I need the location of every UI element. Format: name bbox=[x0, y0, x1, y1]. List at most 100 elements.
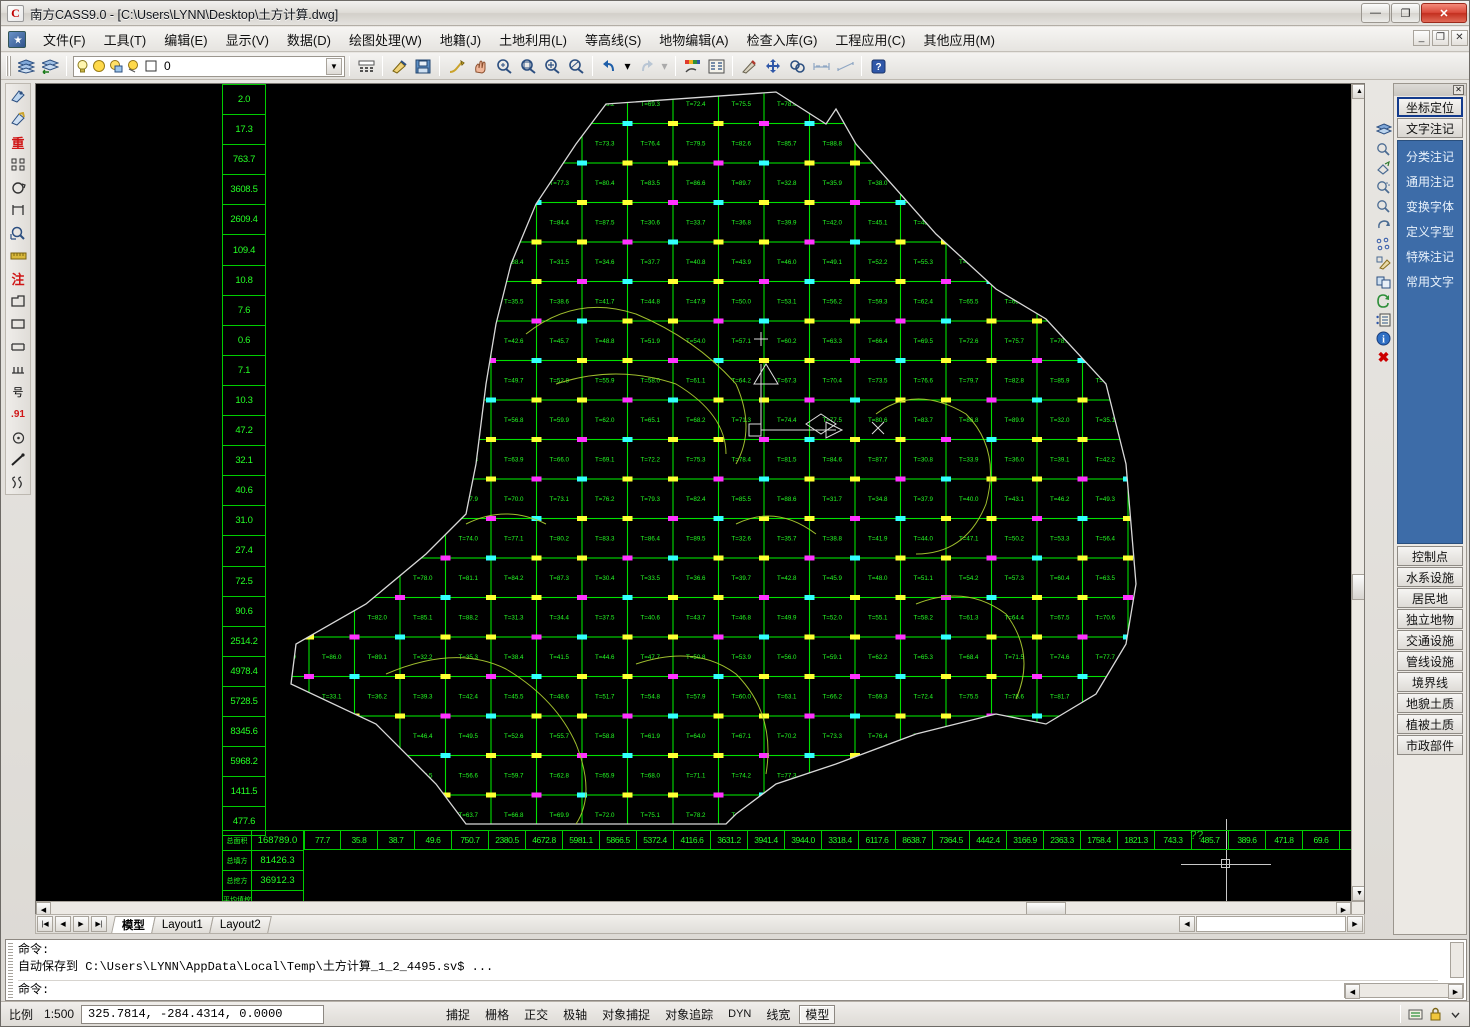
panel-item-change-font[interactable]: 变换字体 bbox=[1398, 194, 1462, 219]
command-vertical-scrollbar[interactable] bbox=[1450, 942, 1464, 978]
move-icon[interactable] bbox=[762, 55, 784, 77]
cmd-scroll-right-icon[interactable]: ▶ bbox=[1448, 984, 1463, 999]
close-red-icon[interactable]: ✖ bbox=[1375, 349, 1392, 366]
panel-btn-residential[interactable]: 居民地 bbox=[1397, 588, 1463, 608]
tabbar-scroll-right-icon[interactable]: ▶ bbox=[1347, 916, 1363, 932]
zoom-in-icon[interactable] bbox=[517, 55, 539, 77]
define-point-icon[interactable] bbox=[7, 86, 29, 108]
zoom-realtime-icon[interactable] bbox=[1375, 197, 1392, 214]
query-coordinate-icon[interactable] bbox=[7, 222, 29, 244]
pen-draw-icon[interactable] bbox=[445, 55, 467, 77]
menu-engineering[interactable]: 工程应用(C) bbox=[826, 27, 914, 52]
zoom-previous-icon[interactable] bbox=[565, 55, 587, 77]
status-otrack[interactable]: 对象追踪 bbox=[659, 1005, 719, 1024]
rotate-icon[interactable] bbox=[7, 177, 29, 199]
canvas-vertical-scrollbar[interactable]: ▲ ▼ bbox=[1351, 84, 1365, 901]
status-model[interactable]: 模型 bbox=[799, 1005, 835, 1024]
panel-close-icon[interactable]: ✕ bbox=[1453, 85, 1464, 95]
pan-hand-icon[interactable] bbox=[469, 55, 491, 77]
rectangle-icon[interactable] bbox=[7, 313, 29, 335]
rotate-view-icon[interactable] bbox=[1375, 216, 1392, 233]
cmd-scroll-left-icon[interactable]: ◀ bbox=[1345, 984, 1360, 999]
status-lineweight[interactable]: 线宽 bbox=[760, 1005, 796, 1024]
menu-feature-edit[interactable]: 地物编辑(A) bbox=[650, 27, 737, 52]
panel-btn-control-point[interactable]: 控制点 bbox=[1397, 546, 1463, 566]
edit-pencil-icon[interactable] bbox=[1375, 254, 1392, 271]
zoom-query-icon[interactable] bbox=[1375, 140, 1392, 157]
panel-item-general-annotation[interactable]: 通用注记 bbox=[1398, 169, 1462, 194]
menu-view[interactable]: 显示(V) bbox=[217, 27, 278, 52]
menu-land-use[interactable]: 土地利用(L) bbox=[490, 27, 576, 52]
redo-icon[interactable] bbox=[635, 55, 657, 77]
menu-tools[interactable]: 工具(T) bbox=[95, 27, 156, 52]
minimize-button[interactable]: — bbox=[1361, 3, 1390, 23]
panel-btn-independent-feature[interactable]: 独立地物 bbox=[1397, 609, 1463, 629]
tab-nav-prev-icon[interactable]: ◀ bbox=[55, 916, 71, 932]
command-window-grip[interactable] bbox=[8, 942, 13, 998]
panel-btn-transport-facility[interactable]: 交通设施 bbox=[1397, 630, 1463, 650]
menu-edit[interactable]: 编辑(E) bbox=[155, 27, 216, 52]
dim-aligned-icon[interactable] bbox=[834, 55, 856, 77]
command-input-line[interactable]: 命令: bbox=[18, 980, 1438, 999]
tabbar-scroll-track[interactable] bbox=[1196, 916, 1346, 932]
ruler-icon[interactable] bbox=[7, 245, 29, 267]
symbol-icon[interactable]: 号 bbox=[7, 381, 29, 403]
point-group-icon[interactable] bbox=[1375, 235, 1392, 252]
panel-btn-municipal-parts[interactable]: 市政部件 bbox=[1397, 735, 1463, 755]
render-icon[interactable] bbox=[681, 55, 703, 77]
line-icon[interactable] bbox=[7, 450, 29, 472]
circle-point-icon[interactable] bbox=[7, 427, 29, 449]
refresh-icon[interactable] bbox=[1375, 292, 1392, 309]
panel-btn-pipeline-facility[interactable]: 管线设施 bbox=[1397, 651, 1463, 671]
scroll-up-arrow-icon[interactable]: ▲ bbox=[1352, 84, 1365, 99]
menu-contour[interactable]: 等高线(S) bbox=[576, 27, 650, 52]
status-snap[interactable]: 捕捉 bbox=[440, 1005, 476, 1024]
tab-nav-next-icon[interactable]: ▶ bbox=[73, 916, 89, 932]
scroll-down-arrow-icon[interactable]: ▼ bbox=[1352, 886, 1365, 901]
vertical-scroll-thumb[interactable] bbox=[1352, 574, 1365, 600]
panel-btn-terrain-soil[interactable]: 地貌土质 bbox=[1397, 693, 1463, 713]
fence-icon[interactable] bbox=[7, 359, 29, 381]
layer-properties-icon[interactable] bbox=[15, 55, 37, 77]
status-grid[interactable]: 栅格 bbox=[479, 1005, 515, 1024]
zoom-extents-icon[interactable] bbox=[541, 55, 563, 77]
layer-tool-icon[interactable] bbox=[1375, 121, 1392, 138]
menu-other-apps[interactable]: 其他应用(M) bbox=[914, 27, 1004, 52]
command-horizontal-scrollbar[interactable]: ◀ ▶ bbox=[1344, 983, 1464, 998]
scale-value[interactable]: 1:500 bbox=[40, 1007, 78, 1021]
tabbar-scroll-left-icon[interactable]: ◀ bbox=[1179, 916, 1195, 932]
curve-icon[interactable] bbox=[7, 472, 29, 494]
panel-btn-coordinate-locate[interactable]: 坐标定位 bbox=[1397, 97, 1463, 117]
chevron-down-icon[interactable]: ▼ bbox=[326, 58, 342, 75]
tab-layout1[interactable]: Layout1 bbox=[151, 916, 214, 933]
canvas-horizontal-scrollbar[interactable]: ◀ ▶ bbox=[36, 901, 1351, 915]
undo-dropdown-icon[interactable]: ▾ bbox=[622, 55, 633, 77]
edit-text-icon[interactable] bbox=[738, 55, 760, 77]
zoom-window-icon[interactable] bbox=[493, 55, 515, 77]
close-button[interactable]: ✕ bbox=[1421, 3, 1467, 23]
maximize-button[interactable]: ❐ bbox=[1391, 3, 1420, 23]
doc-restore-button[interactable]: ❐ bbox=[1432, 30, 1449, 46]
tab-nav-first-icon[interactable]: |◀ bbox=[37, 916, 53, 932]
command-window[interactable]: 命令: 自动保存到 C:\Users\LYNN\AppData\Local\Te… bbox=[5, 939, 1467, 1001]
status-polar[interactable]: 极轴 bbox=[557, 1005, 593, 1024]
help-icon[interactable]: ? bbox=[867, 55, 889, 77]
elevation-point-icon[interactable]: .91 bbox=[7, 404, 29, 426]
panel-btn-boundary-line[interactable]: 境界线 bbox=[1397, 672, 1463, 692]
panel-btn-text-annotation[interactable]: 文字注记 bbox=[1397, 118, 1463, 138]
polygon-icon[interactable] bbox=[7, 290, 29, 312]
panel-item-define-text-style[interactable]: 定义字型 bbox=[1398, 219, 1462, 244]
properties-palette-icon[interactable] bbox=[705, 55, 727, 77]
panel-btn-vegetation-soil[interactable]: 植被土质 bbox=[1397, 714, 1463, 734]
toolbar-grip[interactable] bbox=[6, 56, 11, 76]
redraw-icon[interactable]: 重 bbox=[7, 131, 29, 153]
menu-draw-process[interactable]: 绘图处理(W) bbox=[340, 27, 431, 52]
status-ortho[interactable]: 正交 bbox=[518, 1005, 554, 1024]
menu-file[interactable]: 文件(F) bbox=[34, 27, 95, 52]
object-transform-icon[interactable] bbox=[1375, 159, 1392, 176]
tab-scrollbar[interactable]: ◀ ▶ bbox=[1178, 916, 1364, 932]
doc-minimize-button[interactable]: _ bbox=[1413, 30, 1430, 46]
coordinate-readout[interactable]: 325.7814, -284.4314, 0.0000 bbox=[81, 1005, 324, 1024]
tab-layout2[interactable]: Layout2 bbox=[209, 916, 272, 933]
panel-item-classified-annotation[interactable]: 分类注记 bbox=[1398, 144, 1462, 169]
